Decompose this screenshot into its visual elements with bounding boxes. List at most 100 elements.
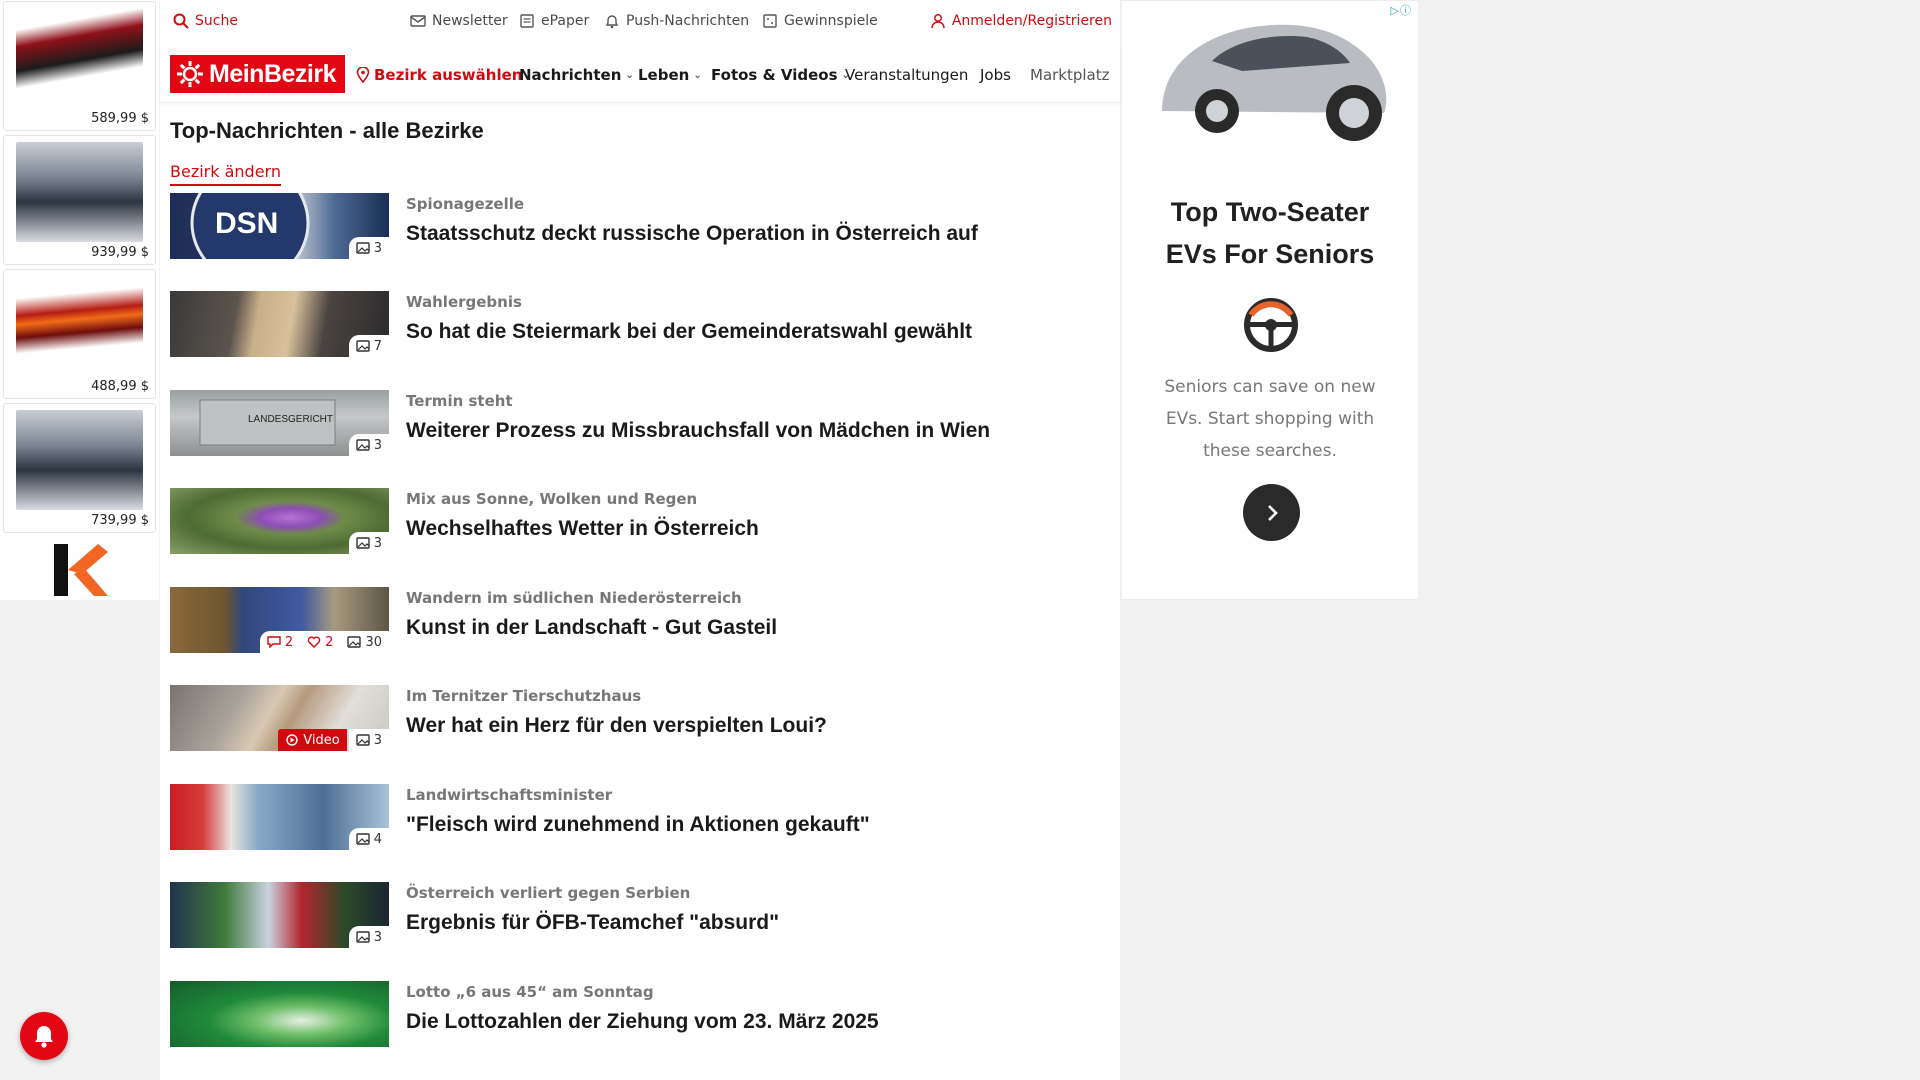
photo-gallery-icon	[356, 931, 370, 943]
ad-product-card[interactable]: 739,99 $	[3, 403, 156, 533]
article-teaser[interactable]: DSN 3 Spionagezelle Staatsschutz deckt r…	[170, 193, 1110, 259]
article-thumbnail[interactable]: 4	[170, 784, 389, 850]
ad-description: Seniors can save on new EVs. Start shopp…	[1164, 377, 1376, 461]
article-thumbnail[interactable]: 3	[170, 488, 389, 554]
photo-count-badge: 3	[348, 237, 389, 259]
select-district-link[interactable]: Bezirk auswählen	[356, 66, 522, 84]
product-price: 488,99 $	[91, 379, 149, 394]
login-register-link[interactable]: Anmelden/Registrieren	[930, 13, 1112, 29]
photo-count: 3	[373, 240, 382, 256]
article-kicker: Mix aus Sonne, Wolken und Regen	[406, 490, 698, 508]
ad-product-card[interactable]: 939,99 $	[3, 135, 156, 265]
main-navigation: MeinBezirk Bezirk auswählen Nachrichten ⌄…	[160, 45, 1120, 103]
article-headline[interactable]: Weiterer Prozess zu Missbrauchsfall von …	[406, 419, 990, 443]
article-kicker: Spionagezelle	[406, 195, 525, 213]
nav-life[interactable]: Leben ⌄	[638, 66, 702, 84]
article-thumbnail[interactable]: 2 2 30	[170, 587, 389, 653]
ad-next-button[interactable]	[1243, 484, 1300, 541]
advertiser-k-logo-icon[interactable]	[54, 544, 108, 596]
article-teaser[interactable]: 3 Österreich verliert gegen Serbien Erge…	[170, 882, 1110, 948]
article-teaser[interactable]: 3 Mix aus Sonne, Wolken und Regen Wechse…	[170, 488, 1110, 554]
article-headline[interactable]: Staatsschutz deckt russische Operation i…	[406, 222, 978, 246]
article-headline[interactable]: Kunst in der Landschaft - Gut Gasteil	[406, 616, 777, 640]
search-icon	[173, 13, 189, 29]
article-thumbnail[interactable]: LANDESGERICHT 3	[170, 390, 389, 456]
photo-count-badge: 4	[348, 828, 389, 850]
photo-count-badge: 3	[348, 532, 389, 554]
ad-product-card[interactable]: 488,99 $	[3, 269, 156, 399]
nav-marketplace[interactable]: Marktplatz	[1030, 66, 1110, 84]
article-thumbnail[interactable]: DSN 3	[170, 193, 389, 259]
bell-icon	[605, 15, 619, 29]
adchoices-icon[interactable]: ▷ⓘ	[1391, 2, 1412, 18]
contests-link[interactable]: Gewinnspiele	[762, 13, 878, 29]
article-headline[interactable]: "Fleisch wird zunehmend in Aktionen geka…	[406, 813, 870, 837]
comment-count-badge[interactable]: 2	[259, 631, 301, 653]
main-content: Suche Newsletter ePaper Push-Nachrichten…	[160, 0, 1120, 1080]
article-teaser[interactable]: LANDESGERICHT 3 Termin steht Weiterer Pr…	[170, 390, 1110, 456]
photo-gallery-icon	[356, 242, 370, 254]
article-teaser[interactable]: Video 3 Im Ternitzer Tierschutzhaus Wer …	[170, 685, 1110, 751]
article-kicker: Wandern im südlichen Niederösterreich	[406, 589, 742, 607]
photo-gallery-icon	[347, 636, 362, 648]
photo-gallery-icon	[356, 439, 370, 451]
article-thumbnail[interactable]: 7	[170, 291, 389, 357]
article-headline[interactable]: So hat die Steiermark bei der Gemeindera…	[406, 320, 972, 344]
ad-headline[interactable]: Top Two-Seater EVs For Seniors	[1122, 191, 1418, 275]
photo-count-badge: 7	[348, 335, 389, 357]
nav-photos-videos[interactable]: Fotos & Videos ⌄	[711, 66, 850, 84]
push-notification-button[interactable]	[20, 1012, 68, 1060]
photo-gallery-icon	[356, 734, 370, 746]
nav-news-label: Nachrichten	[519, 66, 622, 84]
newsletter-label: Newsletter	[432, 13, 508, 29]
photo-count: 3	[373, 732, 382, 748]
article-thumbnail[interactable]: 3	[170, 882, 389, 948]
article-teaser[interactable]: Lotto „6 aus 45“ am Sonntag Die Lottozah…	[170, 981, 1110, 1047]
left-ad-rail[interactable]: ▷ⓘ 589,99 $ 939,99 $ 488,99 $ 739,99 $	[0, 0, 159, 600]
video-badge[interactable]: Video	[278, 729, 347, 751]
nav-events[interactable]: Veranstaltungen	[845, 66, 968, 84]
article-teaser[interactable]: 2 2 30 Wandern im südlichen Niederösterr…	[170, 587, 1110, 653]
newsletter-link[interactable]: Newsletter	[410, 13, 508, 29]
article-thumbnail[interactable]: Video 3	[170, 685, 389, 751]
article-headline[interactable]: Wer hat ein Herz für den verspielten Lou…	[406, 714, 827, 738]
article-headline[interactable]: Die Lottozahlen der Ziehung vom 23. März…	[406, 1010, 879, 1034]
article-kicker: Termin steht	[406, 392, 513, 410]
select-district-label: Bezirk auswählen	[374, 66, 523, 84]
article-thumbnail[interactable]	[170, 981, 389, 1047]
article-kicker: Im Ternitzer Tierschutzhaus	[406, 687, 642, 705]
product-price: 589,99 $	[91, 111, 149, 126]
comment-count: 2	[284, 634, 294, 650]
article-kicker: Landwirtschaftsminister	[406, 786, 613, 804]
nav-photos-label: Fotos & Videos	[711, 66, 838, 84]
epaper-link[interactable]: ePaper	[519, 13, 589, 29]
photo-count: 3	[373, 535, 382, 551]
like-count-badge[interactable]: 2	[300, 631, 341, 653]
photo-count: 4	[373, 831, 382, 847]
nav-market-label: Marktplatz	[1030, 66, 1110, 84]
photo-gallery-icon	[356, 340, 370, 352]
push-notifications-link[interactable]: Push-Nachrichten	[604, 13, 749, 29]
ad-product-card[interactable]: 589,99 $	[3, 1, 156, 131]
like-count: 2	[325, 634, 334, 650]
nav-life-label: Leben	[638, 66, 690, 84]
photo-count-badge: 3	[348, 926, 389, 948]
article-headline[interactable]: Ergebnis für ÖFB-Teamchef "absurd"	[406, 911, 779, 935]
article-headline[interactable]: Wechselhaftes Wetter in Österreich	[406, 517, 759, 541]
ad-headline-line: EVs For Seniors	[1165, 239, 1375, 269]
nav-jobs[interactable]: Jobs	[980, 66, 1011, 84]
change-district-link[interactable]: Bezirk ändern	[170, 162, 281, 186]
photo-count: 3	[373, 929, 382, 945]
right-ad-banner[interactable]: ▷ⓘ Top Two-Seater EVs For Seniors Senior…	[1121, 0, 1419, 600]
page-title: Top-Nachrichten - alle Bezirke	[170, 118, 484, 143]
gift-icon	[763, 14, 777, 28]
heart-icon	[307, 636, 321, 648]
top-utility-bar: Suche Newsletter ePaper Push-Nachrichten…	[160, 0, 1120, 45]
search-link[interactable]: Suche	[173, 13, 238, 29]
ev-car-image	[1122, 1, 1418, 158]
article-teaser[interactable]: 4 Landwirtschaftsminister "Fleisch wird …	[170, 784, 1110, 850]
article-teaser[interactable]: 7 Wahlergebnis So hat die Steiermark bei…	[170, 291, 1110, 357]
meinbezirk-logo[interactable]: MeinBezirk	[170, 55, 345, 93]
nav-news[interactable]: Nachrichten ⌄	[519, 66, 634, 84]
nav-jobs-label: Jobs	[980, 66, 1011, 84]
